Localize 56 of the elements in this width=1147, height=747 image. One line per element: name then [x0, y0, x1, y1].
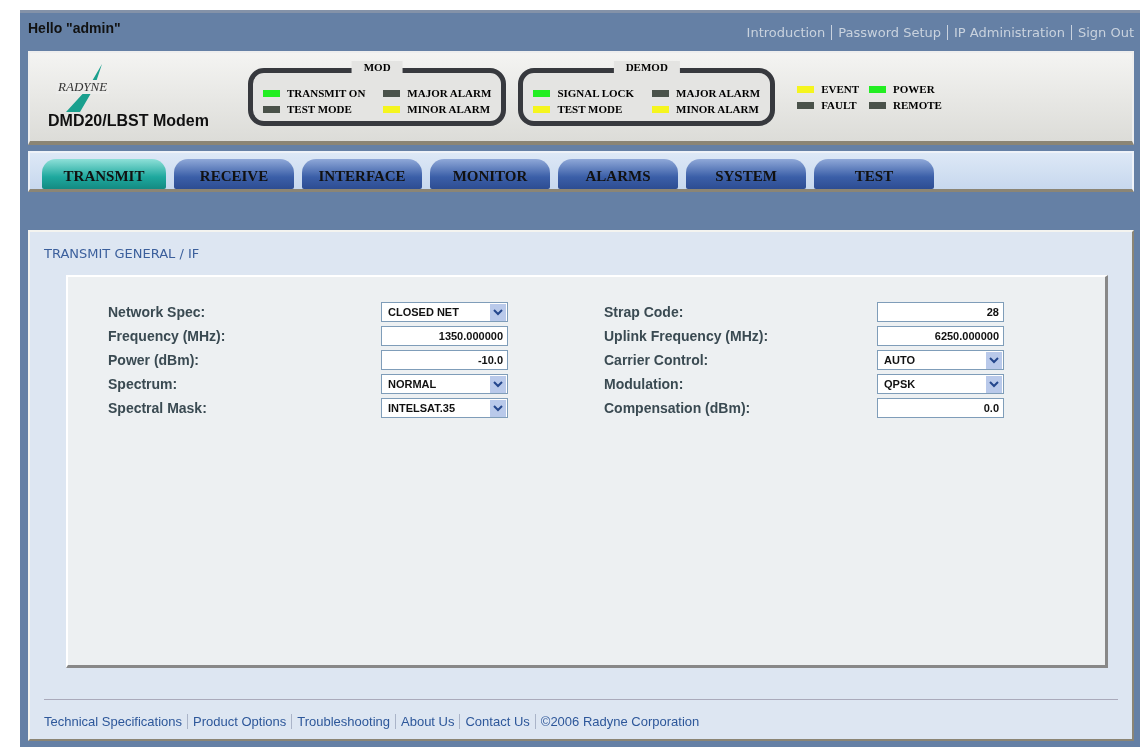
tab[interactable]: TRANSMIT	[42, 159, 166, 189]
caret-icon	[986, 351, 1002, 369]
footer-link[interactable]: Product Options	[187, 714, 287, 729]
lamp-label: EVENT	[821, 83, 860, 95]
dropdown[interactable]: INTELSAT.35	[381, 398, 508, 418]
tab[interactable]: RECEIVE	[174, 159, 294, 189]
input-field[interactable]: -10.0	[381, 350, 508, 370]
footer-link[interactable]: Troubleshooting	[291, 714, 390, 729]
lamp-label: TRANSMIT ON	[287, 87, 366, 99]
footer-link[interactable]: About Us	[395, 714, 455, 729]
dropdown[interactable]: CLOSED NET	[381, 302, 508, 322]
footer-link[interactable]: ©2006 Radyne Corporation	[534, 714, 700, 729]
greeting-text: Hello "admin"	[28, 20, 121, 36]
logo-text: RADYNE	[56, 80, 110, 94]
lamp-label: MINOR ALARM	[407, 103, 491, 115]
lamp-label: FAULT	[821, 99, 857, 111]
lamp-label: MINOR ALARM	[676, 103, 759, 115]
tab[interactable]: TEST	[814, 159, 934, 189]
input-field[interactable]: 1350.000000	[381, 326, 508, 346]
tab[interactable]: SYSTEM	[686, 159, 806, 189]
section-title: TRANSMIT GENERAL / IF	[44, 246, 201, 261]
field-label: Compensation (dBm):	[604, 400, 752, 416]
lamp-label: POWER	[893, 83, 935, 95]
caret-icon	[490, 375, 506, 393]
footer-link[interactable]: Contact Us	[459, 714, 530, 729]
tab[interactable]: ALARMS	[558, 159, 678, 189]
group-title: MOD	[351, 61, 403, 73]
model-title: DMD20/LBST Modem	[48, 112, 210, 130]
field-label: Uplink Frequency (MHz):	[604, 328, 770, 344]
caret-icon	[986, 375, 1002, 393]
group-title: DEMOD	[613, 61, 680, 73]
input-field[interactable]: 6250.000000	[877, 326, 1004, 346]
field-label: Strap Code:	[604, 304, 685, 320]
field-label: Frequency (MHz):	[108, 328, 227, 344]
lamp-label: TEST MODE	[557, 103, 623, 115]
tab[interactable]: MONITOR	[430, 159, 550, 189]
lamp-label: SIGNAL LOCK	[557, 87, 635, 99]
field-label: Modulation:	[604, 376, 685, 392]
field-label: Power (dBm):	[108, 352, 200, 368]
dropdown[interactable]: AUTO	[877, 350, 1004, 370]
input-field[interactable]: 0.0	[877, 398, 1004, 418]
tab[interactable]: INTERFACE	[302, 159, 422, 189]
field-label: Network Spec:	[108, 304, 207, 320]
lamp-label: MAJOR ALARM	[676, 87, 761, 99]
dropdown[interactable]: QPSK	[877, 374, 1004, 394]
field-label: Carrier Control:	[604, 352, 710, 368]
caret-icon	[490, 399, 506, 417]
lamp-label: MAJOR ALARM	[407, 87, 492, 99]
dropdown[interactable]: NORMAL	[381, 374, 508, 394]
lamp-label: REMOTE	[893, 99, 942, 111]
input-field[interactable]: 28	[877, 302, 1004, 322]
lamp-label: TEST MODE	[287, 103, 352, 115]
caret-icon	[490, 303, 506, 321]
field-label: Spectrum:	[108, 376, 179, 392]
footer-link[interactable]: Technical Specifications	[44, 714, 183, 729]
field-label: Spectral Mask:	[108, 400, 208, 416]
